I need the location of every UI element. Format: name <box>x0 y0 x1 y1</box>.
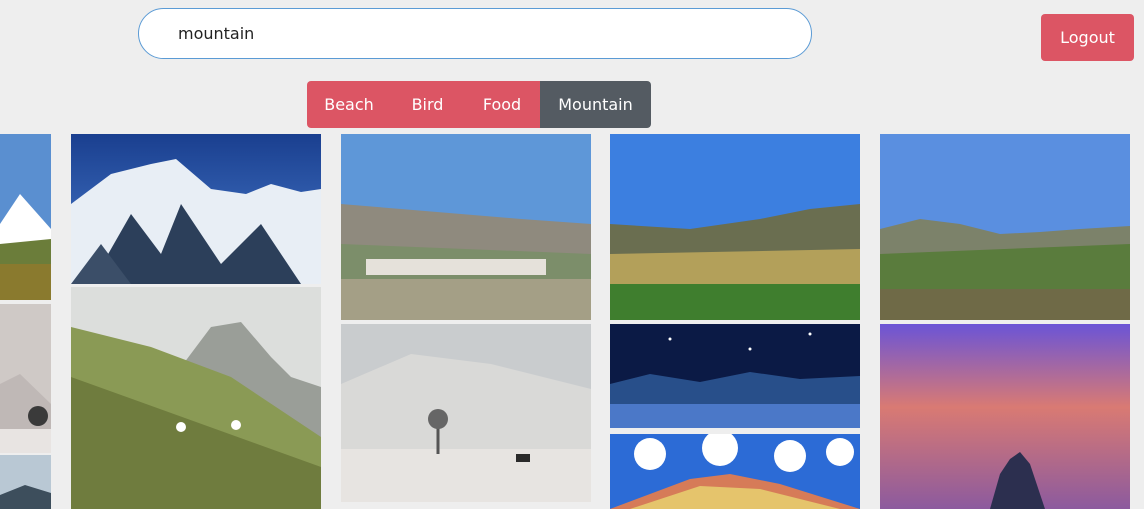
filter-beach-button[interactable]: Beach <box>307 81 391 128</box>
filter-food-button[interactable]: Food <box>464 81 540 128</box>
filter-mountain-button[interactable]: Mountain <box>540 81 651 128</box>
filter-bird-button[interactable]: Bird <box>391 81 464 128</box>
photo-tile[interactable] <box>610 434 860 509</box>
photo-tile[interactable] <box>0 455 51 509</box>
logout-button[interactable]: Logout <box>1041 14 1134 61</box>
photo-tile[interactable] <box>610 134 860 320</box>
photo-tile[interactable] <box>71 134 321 284</box>
category-filter-group: Beach Bird Food Mountain <box>307 81 651 128</box>
photo-tile[interactable] <box>610 324 860 428</box>
photo-tile[interactable] <box>341 134 591 320</box>
photo-tile[interactable] <box>0 134 51 300</box>
photo-tile[interactable] <box>880 324 1130 509</box>
search-input[interactable] <box>138 8 812 59</box>
photo-tile[interactable] <box>71 287 321 509</box>
photo-tile[interactable] <box>341 324 591 502</box>
photo-tile[interactable] <box>880 134 1130 320</box>
photo-tile[interactable] <box>0 304 51 453</box>
